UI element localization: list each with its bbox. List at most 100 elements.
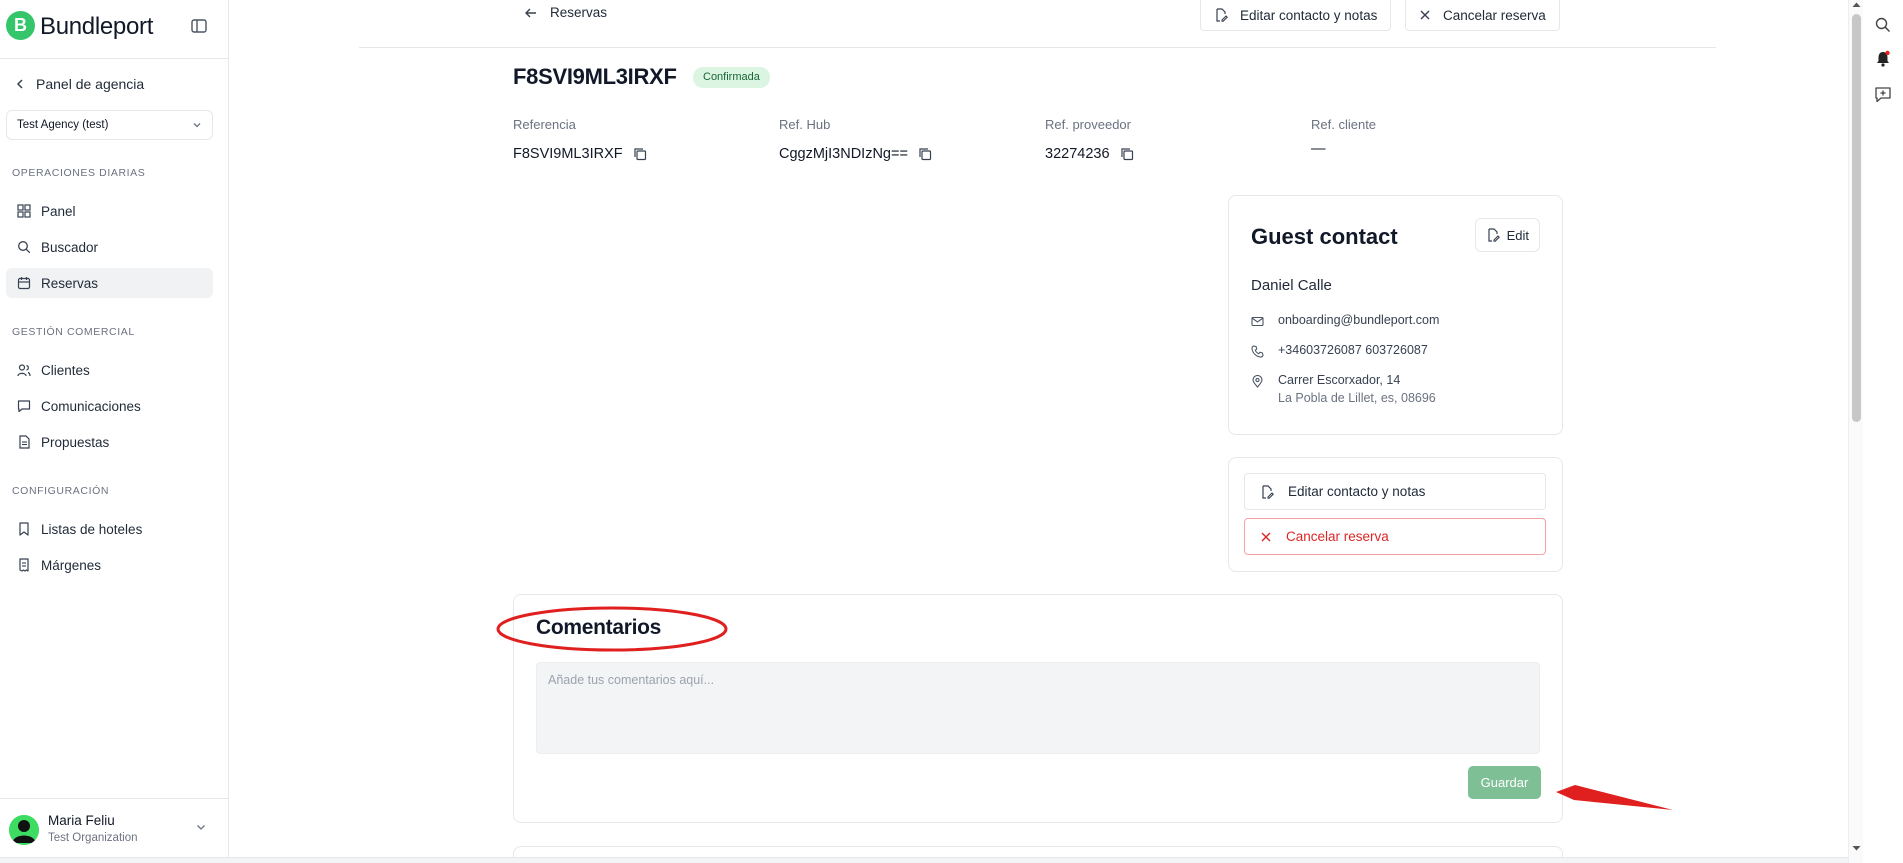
file-edit-icon xyxy=(1487,228,1500,242)
ref-cliente-text: — xyxy=(1311,141,1326,157)
ref-hub-label: Ref. Hub xyxy=(779,117,831,132)
avatar xyxy=(9,815,39,845)
save-button[interactable]: Guardar xyxy=(1468,766,1541,799)
agency-select[interactable]: Test Agency (test) xyxy=(6,110,213,140)
sidebar-toggle-icon[interactable] xyxy=(189,16,209,36)
cancel-booking-label: Cancelar reserva xyxy=(1286,529,1389,544)
file-edit-icon xyxy=(1216,8,1228,22)
ref-referencia-text: F8SVI9ML3IRXF xyxy=(513,146,623,162)
close-icon xyxy=(1420,10,1430,20)
ref-cliente-label: Ref. cliente xyxy=(1311,117,1377,132)
comments-title: Comentarios xyxy=(536,616,662,639)
guest-phone-row: +34603726087 603726087 xyxy=(1251,343,1428,358)
arrow-left-icon xyxy=(525,8,536,17)
scroll-down-icon[interactable] xyxy=(1849,843,1864,853)
booking-id-title: F8SVI9ML3IRXF xyxy=(513,64,677,89)
guest-address-row: Carrer Escorxador, 14 La Pobla de Lillet… xyxy=(1251,373,1436,405)
browser-side-rail xyxy=(1864,0,1903,863)
chevron-left-icon xyxy=(16,79,23,89)
section-title-commercial: GESTIÓN COMERCIAL xyxy=(12,326,135,338)
bell-icon[interactable] xyxy=(1874,50,1892,68)
sidebar-item-label: Márgenes xyxy=(41,557,102,573)
search-icon[interactable] xyxy=(1874,16,1892,34)
sidebar-item-label: Reservas xyxy=(41,275,99,291)
sidebar-item-panel[interactable]: Panel xyxy=(6,196,213,226)
sidebar-item-label: Panel xyxy=(41,203,76,219)
edit-guest-contact-label: Edit xyxy=(1506,227,1529,243)
users-icon xyxy=(17,364,31,377)
guest-address: Carrer Escorxador, 14 La Pobla de Lillet… xyxy=(1278,373,1436,405)
sidebar-item-buscador[interactable]: Buscador xyxy=(6,232,213,262)
ref-referencia-label: Referencia xyxy=(513,117,576,132)
calendar-icon xyxy=(17,277,31,290)
user-name: Maria Feliu xyxy=(48,813,115,828)
sidebar-item-label: Clientes xyxy=(41,362,90,378)
sidebar-item-propuestas[interactable]: Propuestas xyxy=(6,427,213,457)
guest-phone: +34603726087 603726087 xyxy=(1278,343,1428,357)
back-link-label: Panel de agencia xyxy=(36,76,145,92)
section-title-config: CONFIGURACIÓN xyxy=(12,485,110,497)
chevron-down-icon xyxy=(193,123,201,128)
sidebar-item-margenes[interactable]: Márgenes xyxy=(6,550,213,580)
user-avatar-icon xyxy=(9,815,39,845)
guest-name: Daniel Calle xyxy=(1251,277,1332,294)
ref-cliente-value: — xyxy=(1311,141,1326,157)
ref-hub-text: CggzMjI3NDIzNg== xyxy=(779,146,908,162)
chevron-down-icon xyxy=(197,825,205,830)
copy-icon[interactable] xyxy=(633,147,647,161)
bookmark-list-icon xyxy=(19,522,29,536)
comments-textarea[interactable] xyxy=(536,662,1540,754)
sidebar-item-reservas[interactable]: Reservas xyxy=(6,268,213,298)
scrollbar-thumb[interactable] xyxy=(1852,14,1861,422)
message-icon xyxy=(17,400,31,413)
copy-icon[interactable] xyxy=(918,147,932,161)
top-bar: Reservas Editar contacto y notas Cancela… xyxy=(359,0,1716,48)
sidebar: B Bundleport Panel de agencia Test Agenc… xyxy=(0,0,229,863)
user-menu[interactable]: Maria Feliu Test Organization xyxy=(0,798,229,858)
edit-contact-top-button[interactable]: Editar contacto y notas xyxy=(1200,0,1392,31)
breadcrumb-label: Reservas xyxy=(550,5,608,20)
sidebar-item-label: Listas de hoteles xyxy=(41,521,143,537)
feedback-icon[interactable] xyxy=(1874,86,1892,104)
scroll-up-icon[interactable] xyxy=(1849,0,1864,10)
edit-guest-contact-button[interactable]: Edit xyxy=(1474,218,1540,252)
sidebar-item-clientes[interactable]: Clientes xyxy=(6,355,213,385)
guest-contact-title: Guest contact xyxy=(1251,224,1398,249)
brand-logo[interactable]: B Bundleport xyxy=(6,11,223,41)
cancel-booking-button[interactable]: Cancelar reserva xyxy=(1244,518,1546,555)
edit-contact-top-label: Editar contacto y notas xyxy=(1240,7,1378,23)
sidebar-item-label: Comunicaciones xyxy=(41,398,141,414)
bottom-edge xyxy=(0,857,1848,863)
logo-icon: B xyxy=(6,11,35,40)
ref-hub-value: CggzMjI3NDIzNg== xyxy=(779,146,932,162)
guest-address-line2: La Pobla de Lillet, es, 08696 xyxy=(1278,391,1436,405)
ref-proveedor-value: 32274236 xyxy=(1045,146,1134,162)
page-scrollbar[interactable] xyxy=(1848,0,1863,863)
guest-contact-card: Guest contact Edit Daniel Calle onboardi… xyxy=(1228,195,1563,435)
back-to-agency-link[interactable]: Panel de agencia xyxy=(14,72,144,96)
agency-select-value: Test Agency (test) xyxy=(17,119,109,131)
booking-actions-card: Editar contacto y notas Cancelar reserva xyxy=(1228,457,1563,572)
breadcrumb[interactable]: Reservas xyxy=(524,5,607,20)
edit-contact-label: Editar contacto y notas xyxy=(1288,484,1426,499)
edit-contact-button[interactable]: Editar contacto y notas xyxy=(1244,473,1546,510)
ref-referencia-value: F8SVI9ML3IRXF xyxy=(513,146,647,162)
annotation-arrow xyxy=(1556,785,1673,810)
app-root: B Bundleport Panel de agencia Test Agenc… xyxy=(0,0,1903,863)
search-icon xyxy=(18,241,31,254)
sidebar-divider xyxy=(0,58,229,59)
sidebar-item-listas-hoteles[interactable]: Listas de hoteles xyxy=(6,514,213,544)
map-pin-icon xyxy=(1252,375,1263,388)
copy-icon[interactable] xyxy=(1120,147,1134,161)
receipt-icon xyxy=(19,558,29,572)
ref-proveedor-label: Ref. proveedor xyxy=(1045,117,1131,132)
guest-address-line1: Carrer Escorxador, 14 xyxy=(1278,373,1401,387)
cancel-booking-top-label: Cancelar reserva xyxy=(1443,7,1546,23)
cancel-booking-top-button[interactable]: Cancelar reserva xyxy=(1405,0,1560,31)
app-name: Bundleport xyxy=(40,13,154,40)
document-icon xyxy=(19,435,30,449)
grid-icon xyxy=(17,204,31,218)
status-badge: Confirmada xyxy=(693,67,770,88)
user-org: Test Organization xyxy=(48,832,138,844)
sidebar-item-comunicaciones[interactable]: Comunicaciones xyxy=(6,391,213,421)
